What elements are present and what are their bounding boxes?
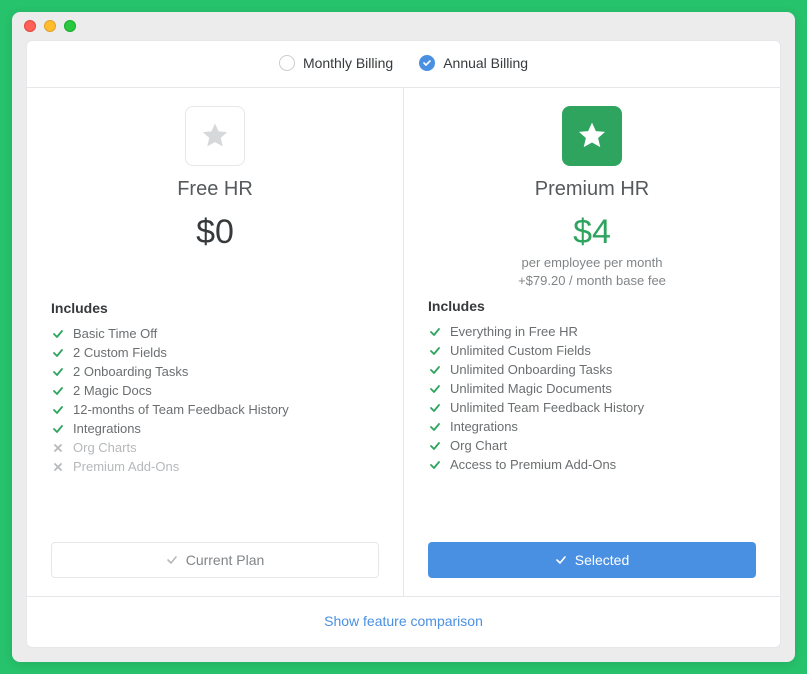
feature-row: Integrations	[428, 417, 756, 436]
check-icon	[51, 347, 65, 359]
feature-label: 2 Onboarding Tasks	[73, 364, 188, 379]
check-icon	[51, 366, 65, 378]
feature-label: Org Chart	[450, 438, 507, 453]
feature-label: Integrations	[450, 419, 518, 434]
check-icon	[428, 345, 442, 357]
feature-label: Unlimited Magic Documents	[450, 381, 612, 396]
feature-row: 12-months of Team Feedback History	[51, 400, 379, 419]
plan-premium-includes-label: Includes	[428, 298, 756, 314]
footer: Show feature comparison	[27, 596, 780, 647]
annual-billing-label: Annual Billing	[443, 55, 528, 71]
annual-billing-option[interactable]: Annual Billing	[419, 55, 528, 71]
feature-label: Unlimited Team Feedback History	[450, 400, 644, 415]
plan-free-icon-wrap	[51, 106, 379, 166]
feature-row: Org Charts	[51, 438, 379, 457]
current-plan-button-label: Current Plan	[186, 552, 265, 568]
selected-plan-button[interactable]: Selected	[428, 542, 756, 578]
feature-row: Unlimited Onboarding Tasks	[428, 360, 756, 379]
feature-label: Org Charts	[73, 440, 137, 455]
star-icon	[185, 106, 245, 166]
monthly-billing-label: Monthly Billing	[303, 55, 393, 71]
plan-premium-features: Everything in Free HR Unlimited Custom Fi…	[428, 322, 756, 474]
app-window: Monthly Billing Annual Billing	[12, 12, 795, 662]
check-icon	[51, 385, 65, 397]
radio-unchecked-icon	[279, 55, 295, 71]
plan-premium-title: Premium HR	[428, 178, 756, 201]
check-icon	[51, 328, 65, 340]
feature-row: Basic Time Off	[51, 324, 379, 343]
feature-label: 2 Custom Fields	[73, 345, 167, 360]
show-feature-comparison-link[interactable]: Show feature comparison	[324, 613, 483, 629]
feature-label: Premium Add-Ons	[73, 459, 179, 474]
check-icon	[428, 326, 442, 338]
plan-free-features: Basic Time Off 2 Custom Fields 2 Onboardin…	[51, 324, 379, 476]
x-icon	[51, 442, 65, 454]
check-icon	[428, 440, 442, 452]
plan-premium-sub2: +$79.20 / month base fee	[428, 272, 756, 290]
close-window-button[interactable]	[24, 20, 36, 32]
check-icon	[166, 554, 178, 566]
plan-premium-icon-wrap	[428, 106, 756, 166]
plan-free: Free HR $0 Includes Basic Time Off 2 Cust…	[27, 88, 403, 596]
check-icon	[428, 402, 442, 414]
current-plan-button[interactable]: Current Plan	[51, 542, 379, 578]
check-icon	[51, 423, 65, 435]
radio-checked-icon	[419, 55, 435, 71]
maximize-window-button[interactable]	[64, 20, 76, 32]
feature-row: 2 Onboarding Tasks	[51, 362, 379, 381]
feature-row: Unlimited Custom Fields	[428, 341, 756, 360]
feature-row: Premium Add-Ons	[51, 457, 379, 476]
plan-free-title: Free HR	[51, 178, 379, 201]
feature-label: 12-months of Team Feedback History	[73, 402, 289, 417]
plan-premium-price: $4	[428, 213, 756, 252]
check-icon	[428, 421, 442, 433]
minimize-window-button[interactable]	[44, 20, 56, 32]
plans-row: Free HR $0 Includes Basic Time Off 2 Cust…	[27, 87, 780, 596]
billing-toggle: Monthly Billing Annual Billing	[27, 41, 780, 87]
feature-label: Access to Premium Add-Ons	[450, 457, 616, 472]
pricing-panel: Monthly Billing Annual Billing	[26, 40, 781, 648]
star-icon	[562, 106, 622, 166]
check-icon	[428, 383, 442, 395]
feature-label: Unlimited Custom Fields	[450, 343, 591, 358]
check-icon	[428, 364, 442, 376]
plan-premium-sub1: per employee per month	[428, 254, 756, 272]
selected-plan-button-label: Selected	[575, 552, 629, 568]
plan-free-includes-label: Includes	[51, 300, 379, 316]
feature-label: 2 Magic Docs	[73, 383, 152, 398]
feature-row: Org Chart	[428, 436, 756, 455]
feature-row: Everything in Free HR	[428, 322, 756, 341]
feature-row: Access to Premium Add-Ons	[428, 455, 756, 474]
check-icon	[428, 459, 442, 471]
feature-label: Integrations	[73, 421, 141, 436]
feature-row: Integrations	[51, 419, 379, 438]
feature-label: Basic Time Off	[73, 326, 157, 341]
feature-row: Unlimited Magic Documents	[428, 379, 756, 398]
check-icon	[51, 404, 65, 416]
feature-label: Unlimited Onboarding Tasks	[450, 362, 612, 377]
feature-label: Everything in Free HR	[450, 324, 578, 339]
check-icon	[555, 554, 567, 566]
feature-row: Unlimited Team Feedback History	[428, 398, 756, 417]
plan-free-price: $0	[51, 213, 379, 252]
titlebar	[12, 12, 795, 40]
plan-premium: Premium HR $4 per employee per month +$7…	[403, 88, 780, 596]
x-icon	[51, 461, 65, 473]
feature-row: 2 Custom Fields	[51, 343, 379, 362]
monthly-billing-option[interactable]: Monthly Billing	[279, 55, 393, 71]
feature-row: 2 Magic Docs	[51, 381, 379, 400]
